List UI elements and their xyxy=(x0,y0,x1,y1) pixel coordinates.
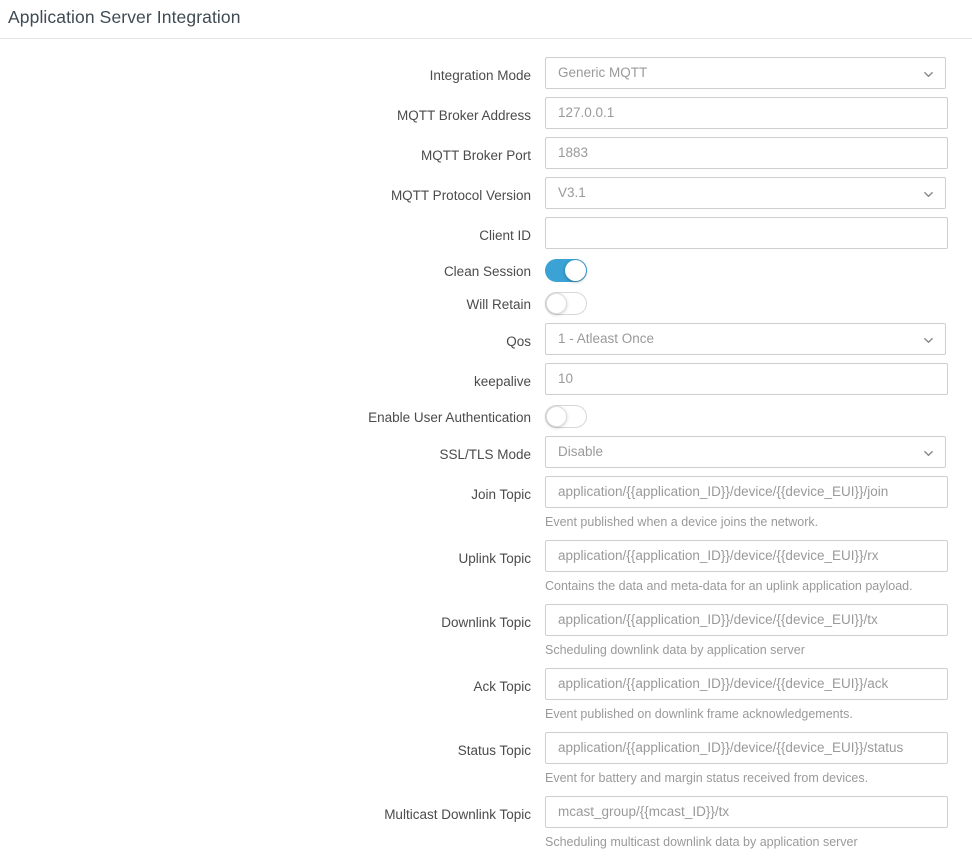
control-wrap-client-id xyxy=(545,217,972,249)
form-row-enable-user-authentication: Enable User Authentication xyxy=(0,403,972,428)
form-row-join-topic: Join Topic application/{{application_ID}}… xyxy=(0,476,972,532)
form-row-qos: Qos 1 - Atleast Once xyxy=(0,323,972,355)
form-row-uplink-topic: Uplink Topic application/{{application_ID… xyxy=(0,540,972,596)
select-ssl-tls-mode[interactable]: Disable xyxy=(545,436,946,468)
label-client-id: Client ID xyxy=(479,228,531,243)
application-server-integration-form: Integration Mode Generic MQTT MQTT Broker … xyxy=(0,39,972,852)
select-wrap-ssl-tls-mode: Disable xyxy=(545,436,946,468)
help-text-status-topic: Event for battery and margin status rece… xyxy=(545,771,869,785)
toggle-enable-user-authentication[interactable] xyxy=(545,405,587,428)
control-wrap-will-retain xyxy=(545,290,972,315)
input-client-id[interactable] xyxy=(545,217,948,249)
form-row-ack-topic: Ack Topic application/{{application_ID}}/… xyxy=(0,668,972,724)
form-row-mqtt-broker-address: MQTT Broker Address 127.0.0.1 xyxy=(0,97,972,129)
help-text-join-topic: Event published when a device joins the … xyxy=(545,515,819,529)
form-row-ssl-tls-mode: SSL/TLS Mode Disable xyxy=(0,436,972,468)
label-enable-user-authentication: Enable User Authentication xyxy=(368,410,531,425)
control-wrap-multicast-downlink-topic: mcast_group/{{mcast_ID}}/tx Scheduling mu… xyxy=(545,796,972,852)
label-will-retain: Will Retain xyxy=(466,297,531,312)
select-qos[interactable]: 1 - Atleast Once xyxy=(545,323,946,355)
select-wrap-mqtt-protocol-version: V3.1 xyxy=(545,177,946,209)
form-row-keepalive: keepalive 10 xyxy=(0,363,972,395)
toggle-clean-session[interactable] xyxy=(545,259,587,282)
control-wrap-uplink-topic: application/{{application_ID}}/device/{{… xyxy=(545,540,972,596)
input-multicast-downlink-topic[interactable]: mcast_group/{{mcast_ID}}/tx xyxy=(545,796,948,828)
page-title: Application Server Integration xyxy=(8,7,241,28)
label-downlink-topic: Downlink Topic xyxy=(441,615,531,630)
select-mqtt-protocol-version[interactable]: V3.1 xyxy=(545,177,946,209)
form-row-downlink-topic: Downlink Topic application/{{application_… xyxy=(0,604,972,660)
control-wrap-enable-user-authentication xyxy=(545,403,972,428)
input-uplink-topic[interactable]: application/{{application_ID}}/device/{{… xyxy=(545,540,948,572)
form-row-mqtt-protocol-version: MQTT Protocol Version V3.1 xyxy=(0,177,972,209)
select-wrap-qos: 1 - Atleast Once xyxy=(545,323,946,355)
label-integration-mode: Integration Mode xyxy=(429,68,531,83)
control-wrap-mqtt-broker-port: 1883 xyxy=(545,137,972,169)
control-wrap-join-topic: application/{{application_ID}}/device/{{… xyxy=(545,476,972,532)
toggle-knob xyxy=(546,406,567,427)
form-row-status-topic: Status Topic application/{{application_ID… xyxy=(0,732,972,788)
control-wrap-ssl-tls-mode: Disable xyxy=(545,436,972,468)
label-clean-session: Clean Session xyxy=(443,264,531,279)
toggle-knob xyxy=(546,293,567,314)
input-join-topic[interactable]: application/{{application_ID}}/device/{{… xyxy=(545,476,948,508)
label-mqtt-protocol-version: MQTT Protocol Version xyxy=(390,188,531,203)
help-text-uplink-topic: Contains the data and meta-data for an u… xyxy=(545,579,913,593)
form-row-mqtt-broker-port: MQTT Broker Port 1883 xyxy=(0,137,972,169)
help-text-downlink-topic: Scheduling downlink data by application … xyxy=(545,643,805,657)
label-uplink-topic: Uplink Topic xyxy=(458,551,531,566)
input-ack-topic[interactable]: application/{{application_ID}}/device/{{… xyxy=(545,668,948,700)
form-row-clean-session: Clean Session xyxy=(0,257,972,282)
input-keepalive[interactable]: 10 xyxy=(545,363,948,395)
label-ack-topic: Ack Topic xyxy=(473,679,531,694)
control-wrap-mqtt-protocol-version: V3.1 xyxy=(545,177,972,209)
help-text-ack-topic: Event published on downlink frame acknow… xyxy=(545,707,853,721)
control-wrap-qos: 1 - Atleast Once xyxy=(545,323,972,355)
help-text-multicast-downlink-topic: Scheduling multicast downlink data by ap… xyxy=(545,835,858,849)
label-status-topic: Status Topic xyxy=(457,743,531,758)
control-wrap-downlink-topic: application/{{application_ID}}/device/{{… xyxy=(545,604,972,660)
label-keepalive: keepalive xyxy=(473,374,531,389)
form-row-client-id: Client ID xyxy=(0,217,972,249)
input-downlink-topic[interactable]: application/{{application_ID}}/device/{{… xyxy=(545,604,948,636)
control-wrap-mqtt-broker-address: 127.0.0.1 xyxy=(545,97,972,129)
toggle-will-retain[interactable] xyxy=(545,292,587,315)
label-mqtt-broker-port: MQTT Broker Port xyxy=(420,148,531,163)
select-wrap-integration-mode: Generic MQTT xyxy=(545,57,946,89)
form-row-will-retain: Will Retain xyxy=(0,290,972,315)
toggle-knob xyxy=(565,260,586,281)
label-multicast-downlink-topic: Multicast Downlink Topic xyxy=(384,807,531,822)
control-wrap-keepalive: 10 xyxy=(545,363,972,395)
label-join-topic: Join Topic xyxy=(471,487,531,502)
form-row-integration-mode: Integration Mode Generic MQTT xyxy=(0,57,972,89)
control-wrap-ack-topic: application/{{application_ID}}/device/{{… xyxy=(545,668,972,724)
input-status-topic[interactable]: application/{{application_ID}}/device/{{… xyxy=(545,732,948,764)
input-mqtt-broker-port[interactable]: 1883 xyxy=(545,137,948,169)
input-mqtt-broker-address[interactable]: 127.0.0.1 xyxy=(545,97,948,129)
form-row-multicast-downlink-topic: Multicast Downlink Topic mcast_group/{{mc… xyxy=(0,796,972,852)
label-ssl-tls-mode: SSL/TLS Mode xyxy=(439,447,531,462)
control-wrap-status-topic: application/{{application_ID}}/device/{{… xyxy=(545,732,972,788)
label-mqtt-broker-address: MQTT Broker Address xyxy=(396,108,531,123)
page-header: Application Server Integration xyxy=(0,0,972,39)
control-wrap-clean-session xyxy=(545,257,972,282)
label-qos: Qos xyxy=(506,334,531,349)
control-wrap-integration-mode: Generic MQTT xyxy=(545,57,972,89)
select-integration-mode[interactable]: Generic MQTT xyxy=(545,57,946,89)
